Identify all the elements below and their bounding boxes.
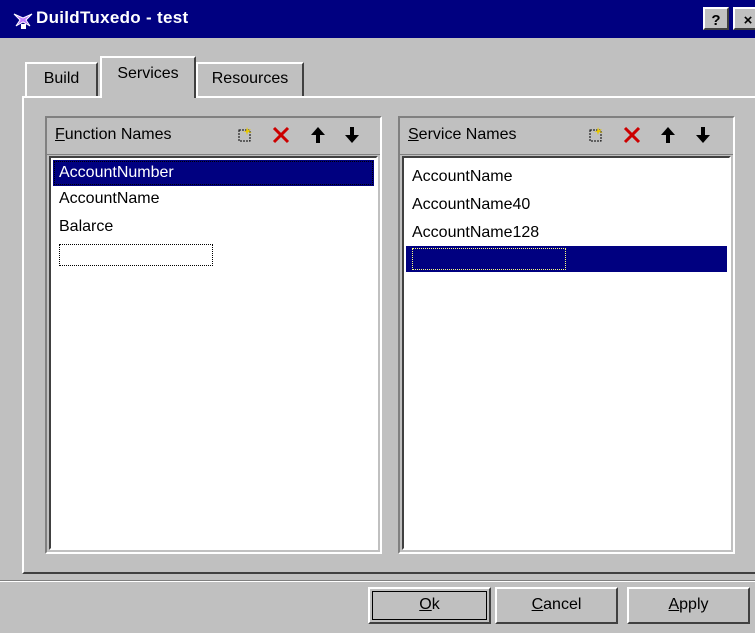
- new-service-edit-box[interactable]: [412, 248, 566, 270]
- new-item-icon[interactable]: [585, 124, 607, 146]
- function-names-list[interactable]: AccountNumber AccountName Balarce: [49, 156, 378, 550]
- list-item[interactable]: AccountName: [53, 186, 374, 212]
- service-names-pane: Service Names AccountName AccountName40 …: [398, 116, 735, 554]
- list-item[interactable]: Balarce: [53, 214, 374, 240]
- new-function-edit-box[interactable]: [59, 244, 213, 266]
- service-names-list[interactable]: AccountName AccountName40 AccountName128: [402, 156, 731, 550]
- function-names-label: Function Names: [55, 126, 172, 143]
- service-names-header: Service Names: [400, 118, 733, 155]
- function-names-header: Function Names: [47, 118, 380, 155]
- apply-button[interactable]: Apply: [627, 587, 750, 624]
- list-item[interactable]: AccountNumber: [53, 160, 374, 186]
- move-up-icon[interactable]: [307, 124, 329, 146]
- function-names-pane: Function Names AccountNumber AccountName: [45, 116, 382, 554]
- cancel-button[interactable]: Cancel: [495, 587, 618, 624]
- ok-button[interactable]: Ok: [368, 587, 491, 624]
- close-button[interactable]: ×: [733, 7, 755, 30]
- list-item[interactable]: AccountName40: [406, 192, 727, 218]
- service-names-label: Service Names: [408, 126, 517, 143]
- move-down-icon[interactable]: [341, 124, 363, 146]
- tab-resources[interactable]: Resources: [196, 62, 304, 96]
- title-bar: DuildTuxedo - test ? ×: [0, 0, 755, 38]
- button-separator: [0, 580, 755, 582]
- tab-services[interactable]: Services: [100, 56, 196, 98]
- move-up-icon[interactable]: [657, 124, 679, 146]
- new-item-icon[interactable]: [234, 124, 256, 146]
- list-item[interactable]: AccountName: [406, 164, 727, 190]
- help-button[interactable]: ?: [703, 7, 729, 30]
- new-entry-row[interactable]: [53, 242, 374, 268]
- move-down-icon[interactable]: [692, 124, 714, 146]
- window-title: DuildTuxedo - test: [36, 8, 189, 27]
- delete-icon[interactable]: [270, 124, 292, 146]
- tab-build[interactable]: Build: [25, 62, 98, 96]
- delete-icon[interactable]: [621, 124, 643, 146]
- list-item[interactable]: AccountName128: [406, 220, 727, 246]
- app-icon[interactable]: [12, 10, 34, 30]
- new-entry-row-selected[interactable]: [406, 246, 727, 272]
